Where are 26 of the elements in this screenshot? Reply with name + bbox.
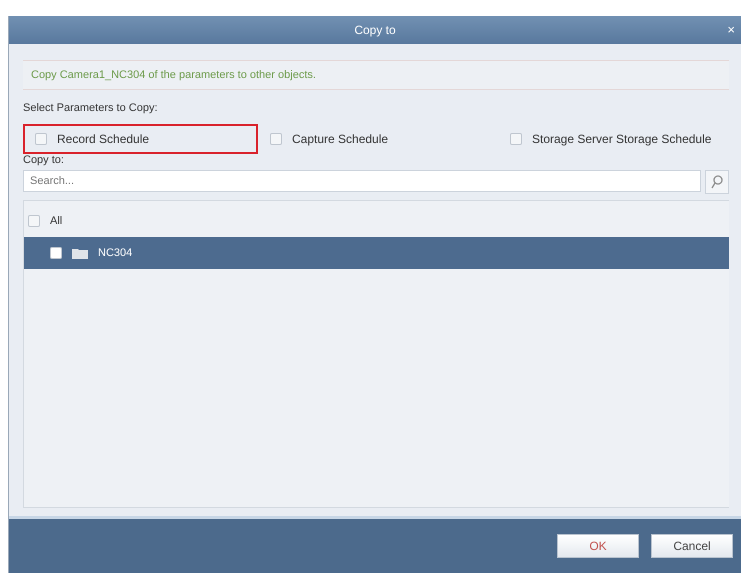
checkbox[interactable] (270, 133, 282, 145)
close-button[interactable]: × (725, 22, 737, 37)
section-label: Select Parameters to Copy: (23, 102, 159, 114)
checkbox[interactable] (28, 215, 40, 227)
option-label: Record Schedule (57, 132, 150, 146)
ok-button[interactable]: OK (557, 534, 639, 558)
folder-icon (72, 247, 88, 259)
parameter-option[interactable]: Storage Server Storage Schedule (498, 124, 726, 154)
checkbox[interactable] (35, 133, 47, 145)
parameter-option[interactable]: Capture Schedule (258, 124, 498, 154)
tree-label: All (50, 215, 62, 227)
tree-label: NC304 (98, 247, 132, 259)
highlighted-option[interactable]: Record Schedule (23, 124, 258, 154)
option-label: Capture Schedule (292, 132, 388, 146)
search-icon (711, 175, 723, 189)
checkbox[interactable] (50, 247, 62, 259)
window-title: Copy to (354, 23, 396, 37)
search-button[interactable] (705, 170, 729, 194)
tree-item[interactable]: NC304 (24, 237, 729, 269)
option-label: Storage Server Storage Schedule (532, 132, 712, 146)
search-field[interactable]: Search... (23, 170, 701, 192)
checkbox[interactable] (510, 133, 522, 145)
section-label: Copy to: (23, 154, 65, 166)
info-message: Copy Camera1_NC304 of the parameters to other objects. (23, 60, 729, 90)
cancel-button[interactable]: Cancel (651, 534, 733, 558)
tree-item[interactable]: All (24, 205, 729, 237)
